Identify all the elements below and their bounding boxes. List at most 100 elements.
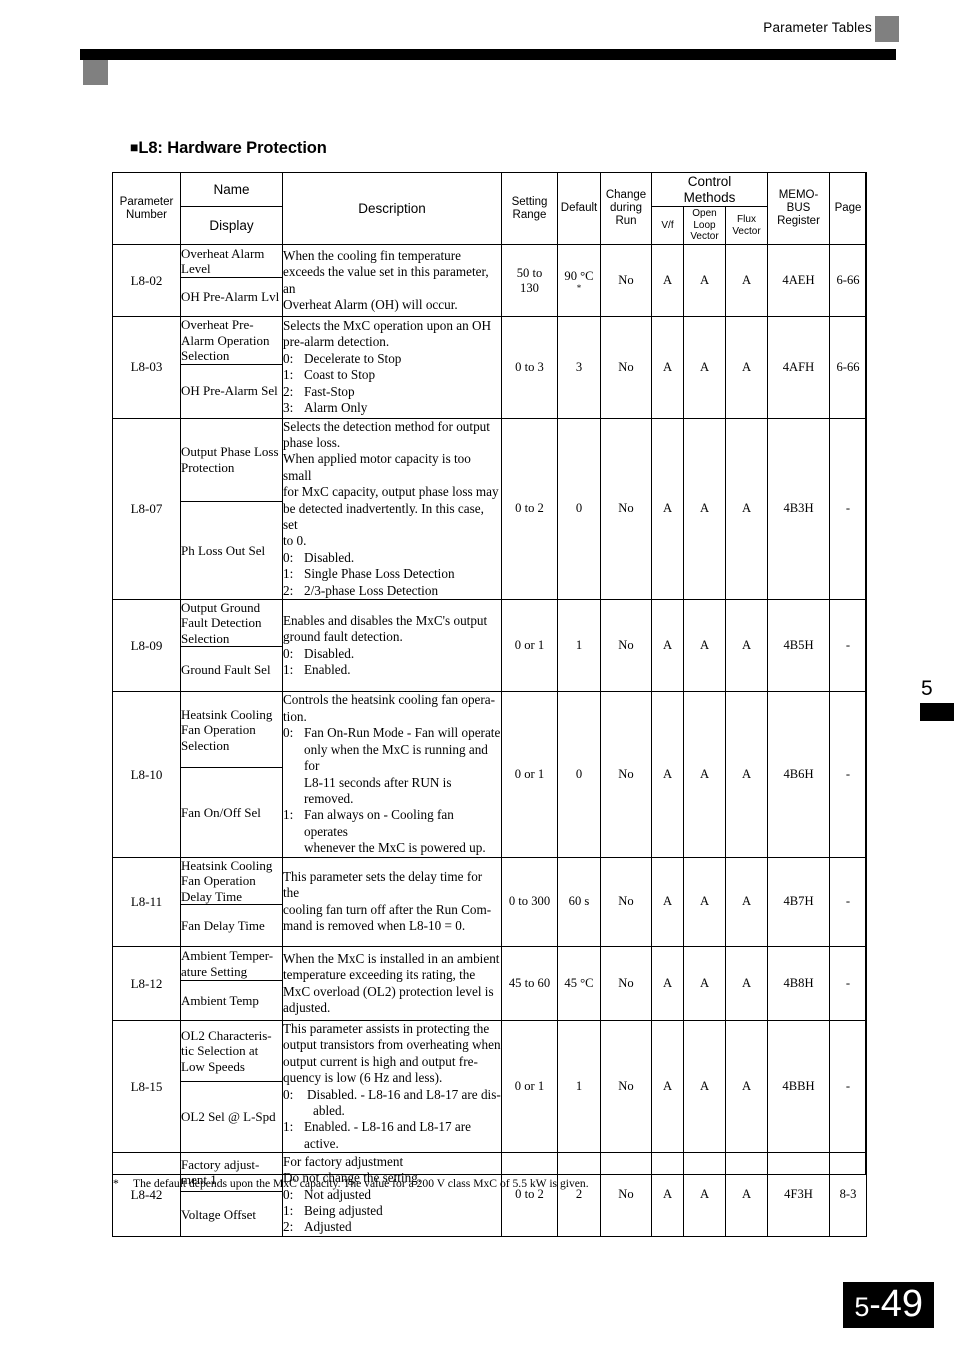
- cell-display: Voltage Offset: [180, 1191, 283, 1238]
- cell-parameter-number: L8-15: [112, 1020, 181, 1154]
- col-header-memobus-line2: BUS: [786, 202, 811, 214]
- description-option-continuation: whenever the MxC is powered up.: [304, 840, 486, 856]
- cell-name: Ambient Temper-ature Setting: [180, 946, 283, 982]
- description-option: 1: Single Phase Loss Detection: [283, 566, 455, 582]
- cell-setting-range: 0 to 300: [501, 856, 558, 948]
- description-line: When applied motor capacity is too small: [283, 451, 471, 483]
- col-header-default: Default: [557, 172, 601, 245]
- cell-page: -: [829, 946, 867, 1022]
- cell-name: Overheat Alarm Level: [180, 244, 283, 278]
- description-line: quency is low (6 Hz and less).: [283, 1070, 443, 1086]
- cell-display: Ground Fault Sel: [180, 646, 283, 693]
- cell-vf: A: [651, 946, 684, 1022]
- cell-change-during-run: No: [600, 1152, 652, 1238]
- cell-name: OL2 Characteris-tic Selection at Low Spe…: [180, 1020, 283, 1083]
- cell-flux-vector: A: [725, 856, 768, 948]
- table-row: L8-12 Ambient Temper-ature Setting When th…: [112, 946, 867, 1022]
- cell-setting-range: 0 or 1: [501, 1020, 558, 1154]
- cell-parameter-number: L8-42: [112, 1152, 181, 1238]
- table-row: L8-07 Output Phase Loss Protection Selects…: [112, 417, 867, 600]
- cell-default: 1: [557, 598, 601, 693]
- col-header-parameter-number-line2: Number: [126, 208, 167, 221]
- description-line: Overheat Alarm (OH) will occur.: [283, 296, 458, 312]
- cell-page: -: [829, 598, 867, 693]
- description-option: 1: Enabled.: [283, 662, 351, 678]
- cell-display: OH Pre-Alarm Sel: [180, 363, 283, 419]
- cell-name: Output Phase Loss Protection: [180, 417, 283, 503]
- cell-page: 6-66: [829, 244, 867, 317]
- cell-description: This parameter assists in protecting the…: [282, 1020, 502, 1154]
- page-title-text: L8: Hardware Protection: [138, 139, 327, 157]
- cell-change-during-run: No: [600, 316, 652, 419]
- col-header-vf: V/f: [651, 206, 684, 245]
- cell-open-loop-vector: A: [683, 244, 726, 317]
- col-header-fv-line2: Vector: [732, 225, 761, 237]
- cell-parameter-number: L8-07: [112, 417, 181, 600]
- col-header-olv-line3: Vector: [690, 231, 719, 243]
- table-header: Parameter Number Name Description Settin…: [112, 172, 867, 245]
- description-option: 0: Disabled. - L8-16 and L8-17 are dis-: [283, 1086, 501, 1102]
- col-header-change-line3: Run: [615, 215, 637, 227]
- description-line: When the MxC is installed in an ambient: [283, 950, 500, 966]
- chapter-side-tab: 5: [908, 678, 954, 721]
- table-row: L8-03 Overheat Pre-Alarm Operation Select…: [112, 316, 867, 419]
- cell-default: 45 °C: [557, 946, 601, 1022]
- col-header-control-methods: Control Methods: [651, 172, 768, 207]
- col-header-description: Description: [282, 172, 502, 245]
- cell-description: When the cooling fin temperature exceeds …: [282, 244, 502, 317]
- col-header-setting-range-line2: Range: [512, 208, 547, 221]
- parameter-table: Parameter Number Name Description Settin…: [112, 172, 867, 1238]
- col-header-olv-line1: Open: [692, 208, 717, 220]
- col-header-setting-range: Setting Range: [501, 172, 558, 245]
- footnote: * The default depends upon the MxC capaci…: [113, 1177, 589, 1191]
- cell-default: 0: [557, 417, 601, 600]
- description-option: 0: Disabled.: [283, 645, 355, 661]
- cell-open-loop-vector: A: [683, 1152, 726, 1238]
- description-option: 2: Adjusted: [283, 1219, 352, 1235]
- cell-memobus-register: 4B7H: [767, 856, 830, 948]
- cell-description: Selects the detection method for output p…: [282, 417, 502, 600]
- col-header-olv-line2: Loop: [693, 219, 716, 231]
- option-key: 1:: [283, 566, 294, 582]
- page-number-box: 5-49: [843, 1282, 934, 1328]
- cell-vf: A: [651, 691, 684, 858]
- description-line: exceeds the value set in this parameter,…: [283, 264, 489, 296]
- footnote-marker: *: [113, 1177, 119, 1190]
- description-line: Controls the heatsink cooling fan opera-: [283, 692, 496, 708]
- description-line: For factory adjustment: [283, 1153, 404, 1169]
- col-header-name: Name: [180, 172, 283, 207]
- description-line: to 0.: [283, 533, 307, 549]
- option-key: 2:: [283, 1219, 294, 1235]
- cell-setting-range: 50 to 130: [501, 244, 558, 317]
- page-title: ■L8: Hardware Protection: [130, 139, 327, 158]
- cell-open-loop-vector: A: [683, 417, 726, 600]
- cell-default: 2: [557, 1152, 601, 1238]
- cell-change-during-run: No: [600, 598, 652, 693]
- running-header-title: Parameter Tables: [763, 20, 872, 35]
- cell-description: For factory adjustment Do not change the …: [282, 1152, 502, 1238]
- cell-memobus-register: 4BBH: [767, 1020, 830, 1154]
- cell-flux-vector: A: [725, 946, 768, 1022]
- description-option: 0: Decelerate to Stop: [283, 350, 402, 366]
- description-line: This parameter assists in protecting the: [283, 1021, 490, 1037]
- header-gray-tab-left: [83, 60, 108, 85]
- col-header-display: Display: [180, 206, 283, 245]
- col-header-control-methods-line2: Methods: [683, 189, 736, 205]
- col-header-parameter-number: Parameter Number: [112, 172, 181, 245]
- page-running-header: Parameter Tables: [0, 0, 954, 90]
- cell-vf: A: [651, 598, 684, 693]
- cell-display: OL2 Sel @ L-Spd: [180, 1081, 283, 1154]
- option-key: 3:: [283, 400, 294, 416]
- cell-display: Fan On/Off Sel: [180, 767, 283, 858]
- cell-flux-vector: A: [725, 244, 768, 317]
- cell-display: OH Pre-Alarm Lvl: [180, 277, 283, 317]
- table-row: L8-15 OL2 Characteris-tic Selection at Lo…: [112, 1020, 867, 1154]
- cell-setting-range: 0 to 2: [501, 417, 558, 600]
- description-line: mand is removed when L8-10 = 0.: [283, 918, 466, 934]
- description-line: be detected inadvertently. In this case,…: [283, 500, 484, 532]
- col-header-open-loop-vector: Open Loop Vector: [683, 206, 726, 245]
- cell-memobus-register: 4AEH: [767, 244, 830, 317]
- option-key: 0:: [283, 645, 294, 661]
- cell-page: -: [829, 417, 867, 600]
- description-line: for MxC capacity, output phase loss may: [283, 484, 499, 500]
